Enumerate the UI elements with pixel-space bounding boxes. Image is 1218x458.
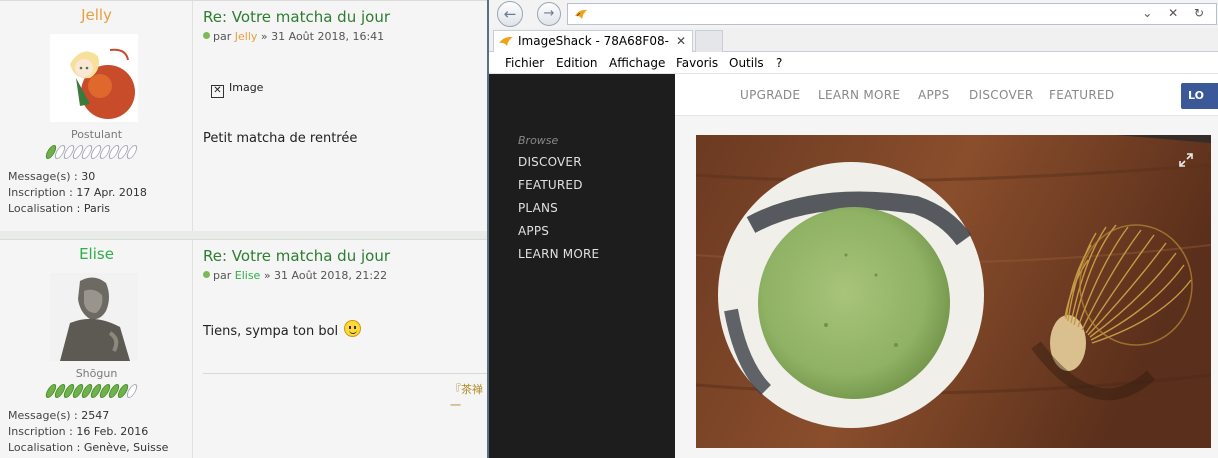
nav-learn-more[interactable]: LEARN MORE (818, 88, 900, 102)
sidebar-item-learn-more[interactable]: LEARN MORE (518, 247, 599, 261)
menu-bar: Fichier Edition Affichage Favoris Outils… (489, 53, 1218, 74)
post-body: Re: Votre matcha du jour par Elise » 31 … (203, 240, 488, 458)
stat-location: Localisation : Paris (8, 202, 111, 215)
menu-help[interactable]: ? (776, 56, 782, 70)
stat-messages: Message(s) : 30 (8, 170, 96, 183)
menu-fichier[interactable]: Fichier (505, 56, 544, 70)
avatar-image (50, 273, 138, 361)
sidebar-item-featured[interactable]: FEATURED (518, 178, 583, 192)
rank-bar (43, 144, 144, 159)
matcha-bowl-image (696, 135, 1211, 448)
address-bar[interactable]: ⌄ ✕ ↻ (567, 3, 1217, 25)
post-author[interactable]: Jelly (235, 30, 258, 43)
forum-post: Jelly Postulant Message(s) : 30 Inscript… (0, 0, 488, 231)
web-page: Browse DISCOVER FEATURED PLANS APPS LEAR… (489, 74, 1218, 458)
sidebar: Browse DISCOVER FEATURED PLANS APPS LEAR… (489, 74, 675, 458)
signature-divider (203, 373, 488, 374)
avatar-image (50, 34, 138, 122)
nav-discover[interactable]: DISCOVER (969, 88, 1034, 102)
wink-smiley-icon (344, 320, 362, 337)
imageshack-favicon-icon (575, 9, 587, 19)
tab-close-icon[interactable]: ✕ (676, 31, 686, 51)
post-profile: Jelly Postulant Message(s) : 30 Inscript… (0, 1, 193, 231)
post-body: Re: Votre matcha du jour par Jelly » 31 … (203, 1, 488, 231)
post-meta: par Jelly » 31 Août 2018, 16:41 (203, 30, 384, 43)
menu-affichage[interactable]: Affichage (609, 56, 665, 70)
post-author[interactable]: Elise (235, 269, 261, 282)
nav-apps[interactable]: APPS (918, 88, 950, 102)
sidebar-item-discover[interactable]: DISCOVER (518, 155, 582, 169)
nav-upgrade[interactable]: UPGRADE (740, 88, 800, 102)
post-title[interactable]: Re: Votre matcha du jour (203, 8, 390, 26)
signature: 『茶禅一 (450, 383, 483, 412)
menu-outils[interactable]: Outils (729, 56, 764, 70)
post-icon[interactable] (203, 32, 210, 39)
tab-strip: ImageShack - 78A68F08-3B... ✕ (489, 28, 1218, 68)
top-nav: UPGRADE LEARN MORE APPS DISCOVER FEATURE… (675, 74, 1218, 116)
address-controls[interactable]: ⌄ ✕ ↻ (1142, 6, 1210, 20)
stat-location: Localisation : Genève, Suisse (8, 441, 169, 454)
imageshack-favicon-icon (499, 36, 513, 46)
forum-post: Elise Shōgun Message(s) : 2547 Inscripti… (0, 239, 488, 458)
browser-window: ← → ⌄ ✕ ↻ ImageShack - 78A68F08-3B... ✕ … (487, 0, 1218, 458)
stat-inscription: Inscription : 17 Apr. 2018 (8, 186, 147, 199)
avatar[interactable] (50, 273, 138, 361)
stat-inscription: Inscription : 16 Feb. 2016 (8, 425, 149, 438)
forward-button[interactable]: → (537, 2, 561, 26)
avatar[interactable] (50, 34, 138, 122)
forum-panel: Jelly Postulant Message(s) : 30 Inscript… (0, 0, 488, 458)
menu-edition[interactable]: Edition (556, 56, 598, 70)
post-text: Petit matcha de rentrée (203, 131, 358, 146)
nav-featured[interactable]: FEATURED (1049, 88, 1114, 102)
stat-messages: Message(s) : 2547 (8, 409, 110, 422)
post-icon[interactable] (203, 271, 210, 278)
username[interactable]: Elise (0, 245, 193, 263)
user-rank: Postulant (70, 128, 123, 141)
menu-favoris[interactable]: Favoris (676, 56, 718, 70)
tab-imageshack[interactable]: ImageShack - 78A68F08-3B... ✕ (493, 30, 693, 68)
post-profile: Elise Shōgun Message(s) : 2547 Inscripti… (0, 240, 193, 458)
username[interactable]: Jelly (0, 6, 193, 24)
rank-bar (43, 383, 144, 398)
sidebar-item-apps[interactable]: APPS (518, 224, 549, 238)
user-rank: Shōgun (75, 367, 118, 380)
broken-image-icon: ✕ (211, 85, 224, 98)
post-meta: par Elise » 31 Août 2018, 21:22 (203, 269, 387, 282)
broken-image[interactable]: ✕ Image (211, 81, 263, 98)
sidebar-item-plans[interactable]: PLANS (518, 201, 558, 215)
back-button[interactable]: ← (497, 1, 523, 27)
matcha-photo[interactable] (696, 135, 1211, 448)
expand-icon[interactable] (1179, 153, 1193, 167)
post-title[interactable]: Re: Votre matcha du jour (203, 247, 390, 265)
post-text: Tiens, sympa ton bol (203, 320, 362, 339)
browser-navbar: ← → ⌄ ✕ ↻ (489, 0, 1218, 28)
new-tab-button[interactable] (695, 30, 723, 52)
login-button[interactable]: LO (1181, 83, 1218, 109)
sidebar-heading: Browse (518, 134, 559, 147)
